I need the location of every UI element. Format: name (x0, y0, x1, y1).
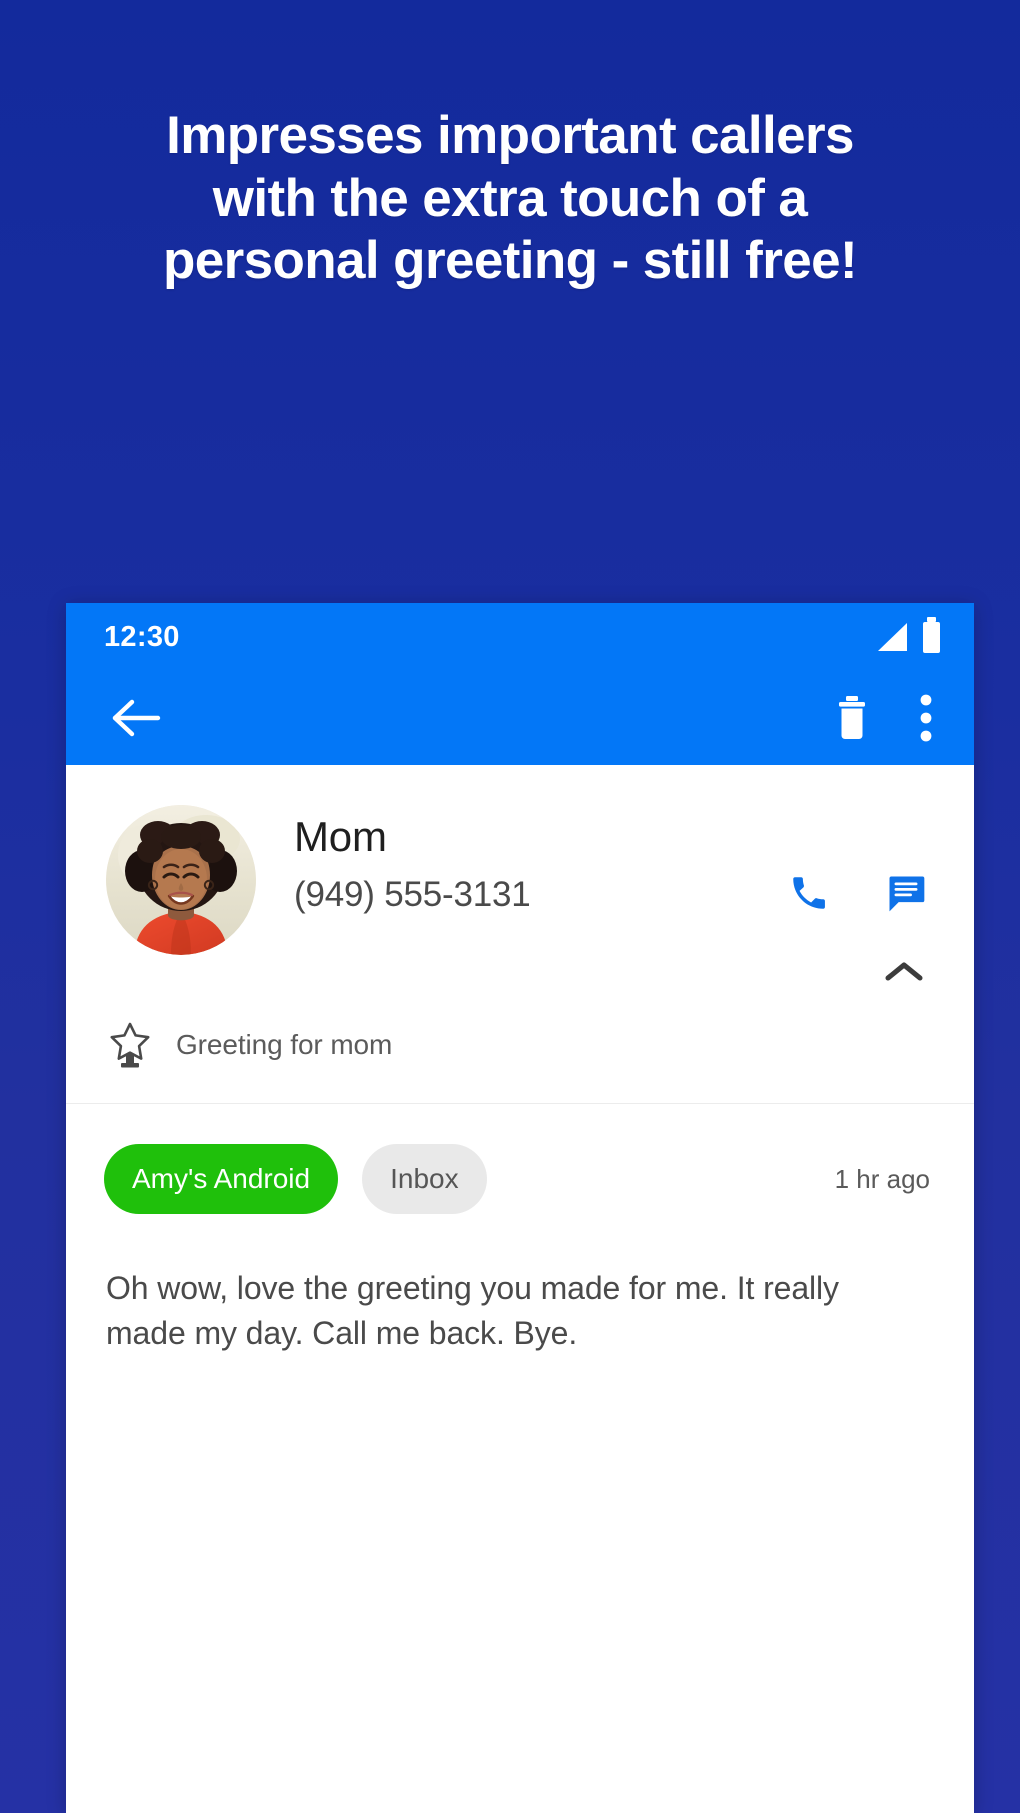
app-bar-actions (834, 694, 932, 742)
chevron-up-icon (884, 962, 924, 989)
signal-bars-icon (878, 623, 907, 651)
back-arrow-icon (110, 696, 162, 740)
phone-call-icon (788, 872, 830, 914)
overflow-menu-button[interactable] (920, 694, 932, 742)
contact-actions (788, 805, 934, 915)
contact-phone-number: (949) 555-3131 (294, 875, 531, 915)
message-timestamp: 1 hr ago (834, 1163, 930, 1194)
app-bar (66, 671, 974, 765)
star-greeting-icon (106, 1021, 154, 1069)
message-meta-row: Amy's Android Inbox 1 hr ago (66, 1104, 974, 1214)
voicemail-transcript: Oh wow, love the greeting you made for m… (106, 1270, 839, 1352)
folder-chip[interactable]: Inbox (362, 1144, 487, 1214)
delete-button[interactable] (834, 695, 870, 741)
call-button[interactable] (788, 872, 830, 914)
promo-headline: Impresses important callers with the ext… (0, 105, 1020, 293)
trash-icon (834, 695, 870, 741)
contact-photo (106, 805, 256, 955)
phone-screenshot: 12:30 Mom (949) 555-3131 Greeting for mo… (66, 603, 974, 1813)
battery-full-icon (923, 616, 940, 653)
message-icon (884, 871, 928, 915)
back-button[interactable] (110, 696, 162, 740)
greeting-row[interactable]: Greeting for mom (66, 1011, 974, 1104)
contact-header: Mom (949) 555-3131 (66, 765, 974, 955)
collapse-button[interactable] (884, 959, 924, 1011)
collapse-row (66, 955, 974, 1011)
status-bar-icons (878, 616, 940, 653)
contact-name: Mom (294, 813, 387, 860)
more-vertical-icon (920, 694, 932, 742)
device-chip[interactable]: Amy's Android (104, 1144, 339, 1214)
promo-headline-line-2: with the extra touch of a (212, 168, 808, 228)
promo-headline-line-3: personal greeting - still free! (162, 231, 858, 291)
avatar[interactable] (106, 805, 256, 955)
status-bar-time: 12:30 (104, 620, 180, 653)
message-button[interactable] (884, 871, 928, 915)
status-bar: 12:30 (66, 603, 974, 671)
greeting-label: Greeting for mom (176, 1029, 393, 1060)
promo-headline-line-1: Impresses important callers (166, 106, 854, 165)
contact-info: Mom (949) 555-3131 (256, 805, 788, 915)
